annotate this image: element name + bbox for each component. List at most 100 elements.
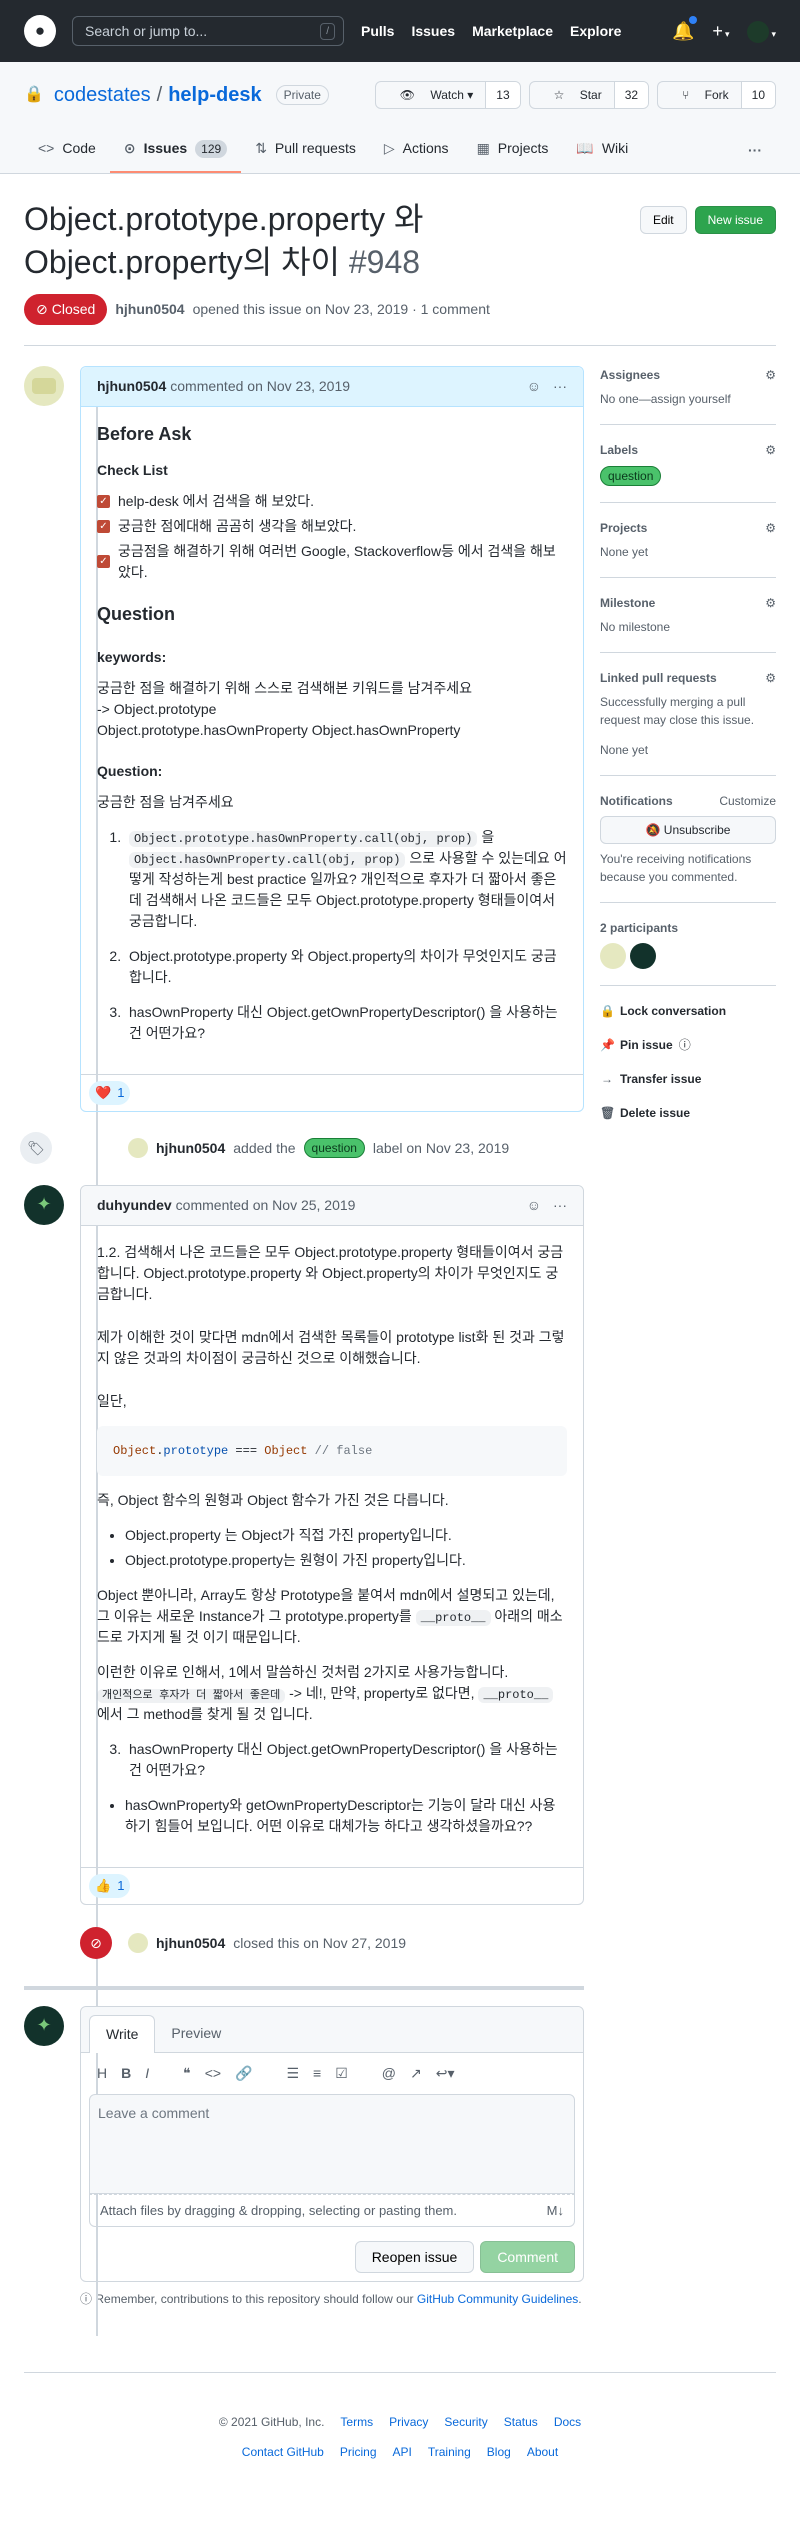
gear-icon[interactable]: ⚙ — [765, 594, 776, 612]
sidebar-heading[interactable]: Labels — [600, 441, 638, 459]
checkbox-checked-icon[interactable]: ✓ — [97, 494, 110, 508]
tab-wiki[interactable]: 📖 Wiki — [562, 128, 642, 173]
star-count[interactable]: 32 — [613, 82, 649, 108]
tab-issues[interactable]: ⊙ Issues 129 — [109, 128, 242, 173]
sidebar-heading[interactable]: Assignees — [600, 366, 660, 384]
footer-link[interactable]: Privacy — [389, 2413, 428, 2431]
comment-author[interactable]: hjhun0504 — [97, 376, 166, 397]
gear-icon[interactable]: ⚙ — [765, 669, 776, 687]
label-question[interactable]: question — [303, 1138, 365, 1159]
repo-name-link[interactable]: help-desk — [168, 84, 261, 106]
nav-marketplace[interactable]: Marketplace — [472, 21, 553, 42]
tab-projects[interactable]: ▦ Projects — [463, 128, 563, 173]
code-block: Object.prototype === Object // false — [97, 1425, 567, 1476]
delete-issue-action[interactable]: 🗑 Delete issue — [600, 1096, 776, 1130]
gear-icon[interactable]: ⚙ — [765, 366, 776, 384]
reply-icon[interactable]: ↩▾ — [436, 2063, 455, 2084]
search-input[interactable]: Search or jump to... / — [72, 16, 344, 46]
smiley-icon[interactable]: ☺ — [527, 1195, 541, 1216]
link-icon[interactable]: 🔗 — [235, 2063, 252, 2084]
sidebar-heading[interactable]: Projects — [600, 519, 647, 537]
user-avatar-menu[interactable]: ▾ — [747, 18, 776, 45]
fork-button[interactable]: ⑂ Fork 10 — [657, 81, 776, 109]
footer-link[interactable]: Docs — [554, 2413, 581, 2431]
avatar[interactable] — [128, 1138, 148, 1159]
attach-files[interactable]: Attach files by dragging & dropping, sel… — [89, 2193, 575, 2228]
kebab-icon[interactable]: ··· — [553, 376, 567, 397]
kebab-icon[interactable]: ··· — [553, 1195, 567, 1216]
github-logo-icon[interactable]: ● — [24, 15, 56, 47]
cross-reference-icon[interactable]: ↗ — [410, 2063, 422, 2084]
reaction-thumbsup[interactable]: 👍 1 — [89, 1874, 131, 1898]
footer-link[interactable]: Training — [428, 2443, 471, 2461]
fork-count[interactable]: 10 — [740, 82, 775, 108]
plus-icon[interactable]: + ▾ — [712, 18, 729, 45]
star-button[interactable]: ☆ Star 32 — [528, 81, 650, 109]
repo-header: 🔒 codestates / help-desk Private 👁 Watch… — [0, 62, 800, 174]
comment-author[interactable]: duhyundev — [97, 1195, 172, 1216]
unordered-list-icon[interactable]: ☰ — [286, 2063, 299, 2084]
gear-icon[interactable]: ⚙ — [765, 519, 776, 537]
task-list-icon[interactable]: ☑ — [335, 2063, 348, 2084]
event-author[interactable]: hjhun0504 — [156, 1933, 225, 1954]
sidebar-heading[interactable]: Milestone — [600, 594, 655, 612]
tab-actions[interactable]: ▷ Actions — [370, 128, 463, 173]
footer-link[interactable]: Blog — [487, 2443, 511, 2461]
tab-write[interactable]: Write — [89, 2014, 156, 2053]
ordered-list-icon[interactable]: ≡ — [313, 2063, 321, 2084]
checkbox-checked-icon[interactable]: ✓ — [97, 519, 110, 533]
avatar[interactable] — [630, 943, 656, 970]
lock-conversation-action[interactable]: 🔒 Lock conversation — [600, 994, 776, 1028]
bell-icon[interactable]: 🔔 — [672, 15, 698, 45]
avatar[interactable] — [128, 1933, 148, 1954]
sidebar-heading[interactable]: Linked pull requests — [600, 669, 717, 687]
avatar[interactable]: ✦ — [24, 1184, 64, 1225]
bold-icon[interactable]: B — [121, 2063, 131, 2084]
repo-owner-link[interactable]: codestates — [54, 80, 151, 110]
footer-link[interactable]: About — [527, 2443, 558, 2461]
tab-pull-requests[interactable]: ⇅ Pull requests — [241, 128, 370, 173]
quote-icon[interactable]: ❝ — [183, 2063, 191, 2084]
sidebar-value[interactable]: No one—assign yourself — [600, 390, 776, 408]
footer-link[interactable]: Terms — [340, 2413, 373, 2431]
avatar[interactable]: ✦ — [24, 2005, 64, 2046]
avatar[interactable] — [600, 943, 626, 970]
issue-author-link[interactable]: hjhun0504 — [115, 301, 184, 317]
footer-link[interactable]: API — [393, 2443, 412, 2461]
new-issue-button[interactable]: New issue — [694, 206, 776, 234]
label-question[interactable]: question — [600, 466, 662, 487]
checkbox-checked-icon[interactable]: ✓ — [97, 555, 110, 569]
watch-button[interactable]: 👁 Watch ▾ 13 — [374, 81, 521, 109]
footer-link[interactable]: Pricing — [340, 2443, 377, 2461]
event-author[interactable]: hjhun0504 — [156, 1138, 225, 1159]
footer-link[interactable]: Security — [444, 2413, 487, 2431]
code-icon[interactable]: <> — [205, 2063, 221, 2084]
nav-issues[interactable]: Issues — [411, 21, 455, 42]
italic-icon[interactable]: I — [145, 2063, 149, 2084]
edit-button[interactable]: Edit — [639, 206, 687, 234]
tab-code[interactable]: <> Code — [24, 128, 110, 173]
guidelines-link[interactable]: GitHub Community Guidelines — [417, 2292, 578, 2306]
heading-icon[interactable]: H — [97, 2063, 107, 2084]
smiley-icon[interactable]: ☺ — [527, 376, 541, 397]
reopen-issue-button[interactable]: Reopen issue — [354, 2241, 475, 2274]
mention-icon[interactable]: @ — [382, 2063, 396, 2084]
unsubscribe-button[interactable]: 🔕 Unsubscribe — [600, 816, 776, 845]
watch-count[interactable]: 13 — [485, 82, 520, 108]
transfer-issue-action[interactable]: → Transfer issue — [600, 1062, 776, 1096]
footer-link[interactable]: Contact GitHub — [242, 2443, 324, 2461]
comment-button[interactable]: Comment — [480, 2241, 575, 2274]
event-text: label on Nov 23, 2019 — [372, 1139, 510, 1156]
customize-link[interactable]: Customize — [719, 792, 776, 810]
nav-pulls[interactable]: Pulls — [361, 21, 394, 42]
footer-link[interactable]: Status — [504, 2413, 538, 2431]
nav-explore[interactable]: Explore — [570, 21, 621, 42]
avatar[interactable] — [24, 366, 64, 407]
pin-issue-action[interactable]: 📌 Pin issue ⓘ — [600, 1028, 776, 1062]
more-icon[interactable]: ··· — [734, 130, 776, 173]
gear-icon[interactable]: ⚙ — [765, 441, 776, 459]
reaction-heart[interactable]: ❤️ 1 — [89, 1081, 131, 1105]
comment-textarea[interactable]: Leave a comment — [89, 2093, 575, 2194]
markdown-icon[interactable]: M↓ — [547, 2201, 564, 2221]
tab-preview[interactable]: Preview — [155, 2015, 237, 2052]
